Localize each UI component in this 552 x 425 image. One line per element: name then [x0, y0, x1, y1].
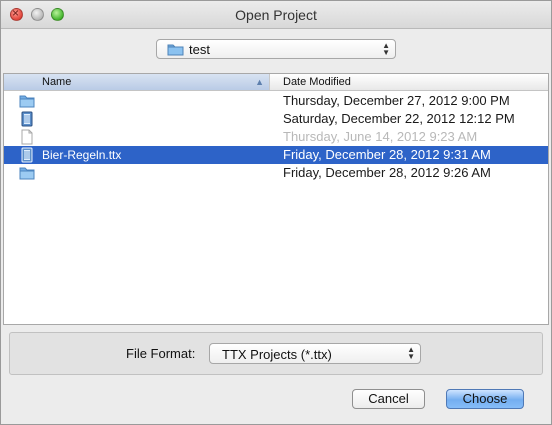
file-row-selected[interactable]: Bier-Regeln.ttx Friday, December 28, 201… [4, 146, 548, 164]
chevron-updown-icon: ▲ ▼ [407, 345, 415, 361]
file-date: Friday, December 28, 2012 9:26 AM [283, 165, 491, 180]
window-title: Open Project [235, 7, 317, 23]
title-bar: Open Project [1, 1, 551, 29]
file-date: Friday, December 28, 2012 9:31 AM [283, 147, 491, 162]
project-file-icon [21, 147, 33, 163]
file-format-select[interactable]: TTX Projects (*.ttx) ▲ ▼ [209, 343, 421, 364]
file-date: Thursday, June 14, 2012 9:23 AM [283, 129, 478, 144]
file-format-label: File Format: [126, 346, 196, 361]
name-column-header[interactable]: Name ▲ [4, 74, 270, 90]
file-format-value: TTX Projects (*.ttx) [222, 347, 332, 362]
folder-icon [19, 167, 35, 180]
file-row[interactable]: Thursday, December 27, 2012 9:00 PM [4, 92, 548, 110]
location-label: test [189, 42, 210, 57]
file-date: Saturday, December 22, 2012 12:12 PM [283, 111, 515, 126]
location-popup[interactable]: test ▲ ▼ [156, 39, 396, 59]
file-row[interactable]: Saturday, December 22, 2012 12:12 PM [4, 110, 548, 128]
file-date: Thursday, December 27, 2012 9:00 PM [283, 93, 510, 108]
file-list-header: Name ▲ Date Modified [4, 74, 548, 91]
project-file-icon [21, 111, 33, 127]
file-row: Thursday, June 14, 2012 9:23 AM [4, 128, 548, 146]
file-format-bar: File Format: TTX Projects (*.ttx) ▲ ▼ [9, 332, 543, 375]
chevron-updown-icon: ▲ ▼ [382, 41, 390, 57]
cancel-button[interactable]: Cancel [352, 389, 425, 409]
date-modified-column-header[interactable]: Date Modified [283, 76, 351, 88]
folder-icon [167, 44, 184, 56]
document-icon [21, 129, 33, 145]
file-row[interactable]: Friday, December 28, 2012 9:26 AM [4, 164, 548, 182]
sort-ascending-icon: ▲ [255, 77, 264, 87]
name-column-label: Name [42, 76, 72, 88]
folder-icon [19, 95, 35, 108]
file-name: Bier-Regeln.ttx [42, 148, 122, 162]
open-project-dialog: Open Project test ▲▼ Name ▲ Date Modifie… [0, 0, 552, 425]
choose-button[interactable]: Choose [446, 389, 524, 409]
file-browser[interactable]: Name ▲ Date Modified Thursday, December … [3, 73, 549, 325]
